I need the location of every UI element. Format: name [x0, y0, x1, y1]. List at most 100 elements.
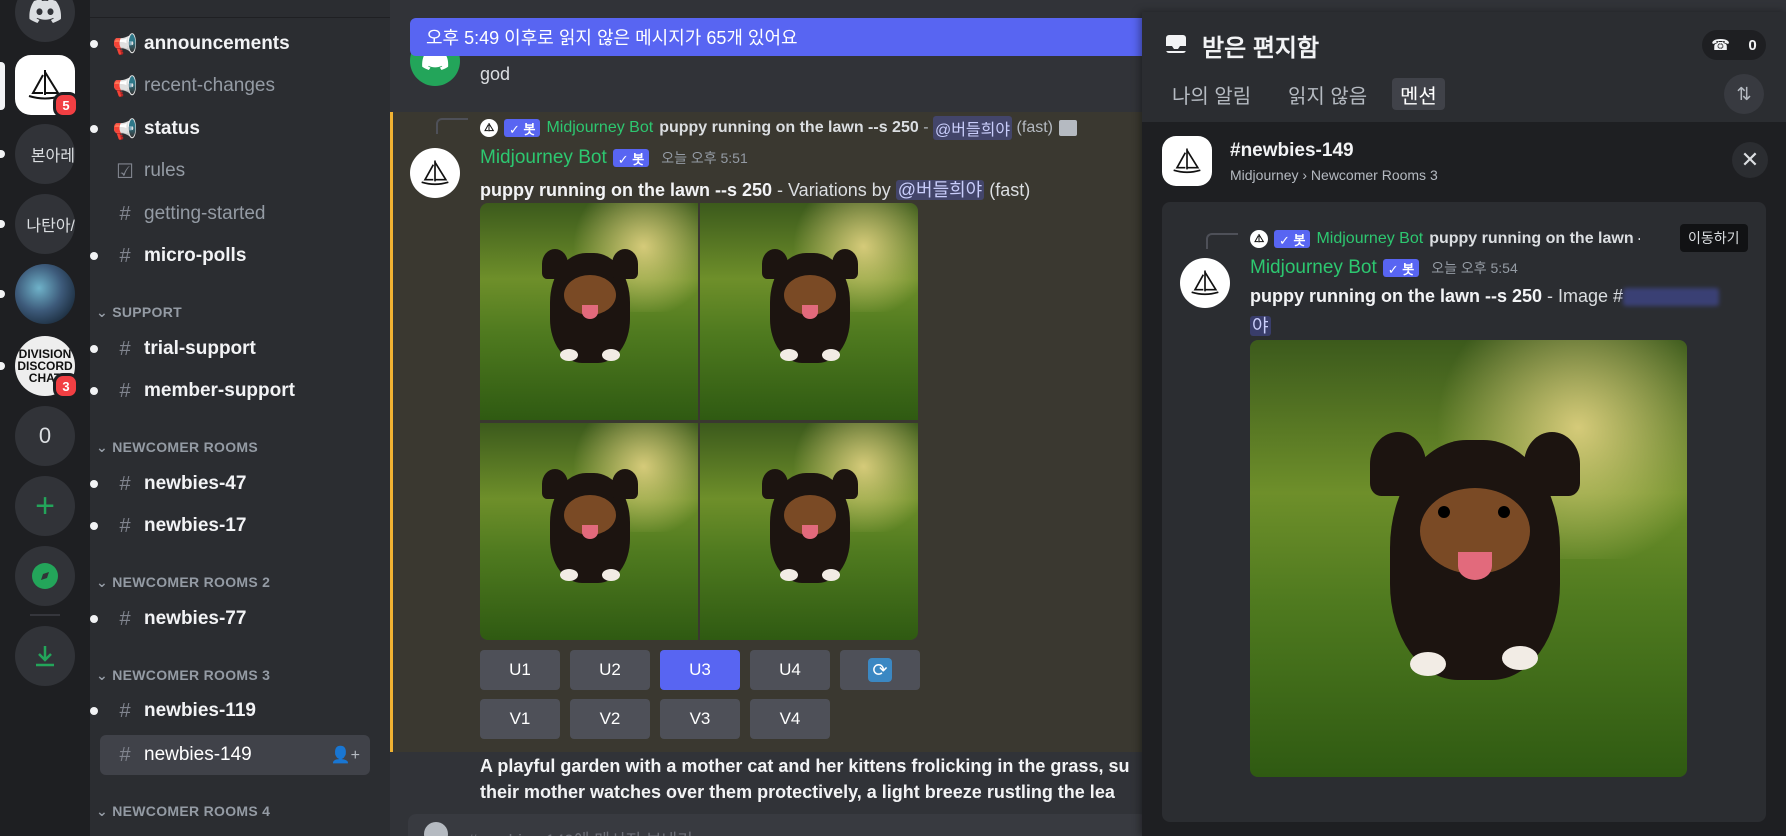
plus-icon[interactable]: + [15, 476, 75, 536]
author-name[interactable]: Midjourney Bot [480, 147, 607, 169]
channel-trial-support[interactable]: # trial-support [90, 329, 370, 369]
inbox-breadcrumb: Midjourney › Newcomer Rooms 3 [1230, 167, 1438, 183]
channel-announcements[interactable]: 📢 announcements [90, 24, 370, 64]
hash-icon: # [119, 337, 131, 360]
close-icon[interactable]: ✕ [1732, 142, 1768, 178]
reply-prompt: puppy running on the lawn --s 2 [1429, 230, 1640, 247]
category-newcomer-rooms-3[interactable]: ⌄ NEWCOMER ROOMS 3 [96, 667, 270, 684]
u3-button[interactable]: U3 [660, 650, 740, 690]
megaphone-icon: 📢 [112, 33, 138, 56]
channel-status[interactable]: 📢 status [90, 109, 370, 149]
add-member-icon[interactable]: 👤+ [331, 745, 360, 765]
inbox-message-content: puppy running on the lawn --s 250 - Imag… [1250, 286, 1720, 307]
prompt-text: puppy running on the lawn --s 250 [480, 180, 773, 200]
channel-getting-started[interactable]: # getting-started [100, 194, 370, 234]
prompt-text: puppy running on the lawn --s 250 [1250, 286, 1543, 306]
unread-dot [90, 125, 98, 133]
reply-prompt: puppy running on the lawn --s 250 [659, 119, 919, 136]
reply-mention[interactable]: @버들희야 [932, 116, 1013, 140]
prompt-suffix: - Image # [1542, 286, 1624, 306]
channel-newbies-149[interactable]: # newbies-149 👤+ [100, 735, 370, 775]
hash-thread-icon: # [119, 379, 131, 402]
inbox-count: 0 [1748, 36, 1757, 54]
channel-member-support[interactable]: # member-support [90, 371, 370, 411]
sort-filter-icon[interactable]: ⇅ [1724, 74, 1764, 114]
unread-badge: 3 [53, 373, 79, 399]
unread-banner[interactable]: 오후 5:49 이후로 읽지 않은 메시지가 65개 있어요 [410, 18, 1150, 56]
inbox-channel-name[interactable]: #newbies-149 [1230, 140, 1354, 162]
u4-button[interactable]: U4 [750, 650, 830, 690]
channel-label: rules [144, 160, 186, 181]
friend-request-icon: ☎ [1711, 37, 1730, 54]
blurred-mention [1623, 288, 1720, 307]
channel-newbies-17[interactable]: # newbies-17 [90, 506, 370, 546]
reply-preview[interactable]: ✓ 봇 Midjourney Bot puppy running on the … [480, 116, 1077, 140]
reroll-button[interactable]: ⟳ [840, 650, 920, 690]
variation-grid-image[interactable] [480, 203, 918, 640]
category-support[interactable]: ⌄ SUPPORT [96, 304, 182, 321]
unread-badge: 5 [53, 92, 79, 118]
v1-button[interactable]: V1 [480, 699, 560, 739]
upscaled-image[interactable] [1250, 340, 1687, 777]
sailboat-icon [1173, 148, 1201, 174]
unread-dot [90, 387, 98, 395]
channel-label: newbies-17 [144, 515, 247, 536]
megaphone-icon: 📢 [112, 75, 138, 98]
reply-line [436, 118, 468, 134]
category-newcomer-rooms-2[interactable]: ⌄ NEWCOMER ROOMS 2 [96, 574, 270, 591]
category-newcomer-rooms-4[interactable]: ⌄ NEWCOMER ROOMS 4 [96, 803, 270, 820]
inbox-reply-preview[interactable]: ✓ 봇 Midjourney Bot puppy running on the … [1250, 230, 1640, 248]
channel-newbies-77[interactable]: # newbies-77 [90, 599, 370, 639]
v2-button[interactable]: V2 [570, 699, 650, 739]
tab-my-notifications[interactable]: 나의 알림 [1164, 78, 1259, 110]
category-newcomer-rooms[interactable]: ⌄ NEWCOMER ROOMS [96, 439, 258, 456]
message-content: puppy running on the lawn --s 250 - Vari… [480, 176, 1030, 202]
compass-icon[interactable] [15, 546, 75, 606]
channel-rules[interactable]: ☑ rules [100, 151, 370, 191]
jump-tooltip[interactable]: 이동하기 [1680, 224, 1748, 252]
bot-avatar[interactable] [1180, 258, 1230, 308]
channel-label: micro-polls [144, 245, 247, 266]
hash-thread-icon: # [119, 743, 131, 766]
u2-button[interactable]: U2 [570, 650, 650, 690]
channel-newbies-47[interactable]: # newbies-47 [90, 464, 370, 504]
download-icon[interactable] [15, 626, 75, 686]
discord-logo-icon[interactable] [15, 0, 75, 42]
message-composer[interactable]: #newbies-149에 메시지 보내기 [408, 814, 1146, 836]
channel-newbies-119[interactable]: # newbies-119 [90, 691, 370, 731]
hash-thread-icon: # [1230, 140, 1241, 161]
tab-mentions[interactable]: 멘션 [1392, 78, 1445, 110]
bot-badge: ✓ 봇 [612, 149, 650, 167]
v4-button[interactable]: V4 [750, 699, 830, 739]
user-mention[interactable]: @버들희야 [895, 180, 985, 200]
server-text-1[interactable]: 본아레 [15, 124, 75, 184]
hash-thread-icon: # [119, 514, 131, 537]
tab-unread[interactable]: 읽지 않음 [1280, 78, 1375, 110]
reply-author: Midjourney Bot [1316, 230, 1424, 247]
channel-micro-polls[interactable]: # micro-polls [90, 236, 370, 276]
bot-avatar[interactable] [410, 148, 460, 198]
hash-thread-icon: # [119, 244, 131, 267]
image-icon [1058, 120, 1077, 136]
server-zero[interactable]: 0 [15, 406, 75, 466]
inbox-mention-tail[interactable]: 야 [1250, 312, 1271, 338]
fast-label: (fast) [984, 180, 1031, 200]
u1-button[interactable]: U1 [480, 650, 560, 690]
sailboat-icon [1191, 270, 1219, 296]
server-art[interactable] [15, 264, 75, 324]
channel-label: announcements [144, 33, 290, 54]
bot-avatar-small [480, 119, 498, 137]
inbox-title: 받은 편지함 [1202, 35, 1320, 62]
author-name[interactable]: Midjourney Bot [1250, 257, 1377, 279]
server-text-2[interactable]: 나탄아/ [15, 194, 75, 254]
server-icon[interactable] [1162, 136, 1212, 186]
v3-button[interactable]: V3 [660, 699, 740, 739]
channel-recent-changes[interactable]: 📢 recent-changes [100, 66, 370, 106]
add-attachment-icon[interactable] [424, 822, 448, 836]
bot-badge: ✓ 봇 [1274, 230, 1311, 248]
inbox-counter[interactable]: ☎ 0 [1702, 30, 1766, 60]
grid-image-4 [700, 423, 918, 640]
bot-avatar-small [1250, 230, 1268, 248]
channel-label: status [144, 118, 200, 139]
bot-badge: ✓ 봇 [1382, 259, 1420, 277]
